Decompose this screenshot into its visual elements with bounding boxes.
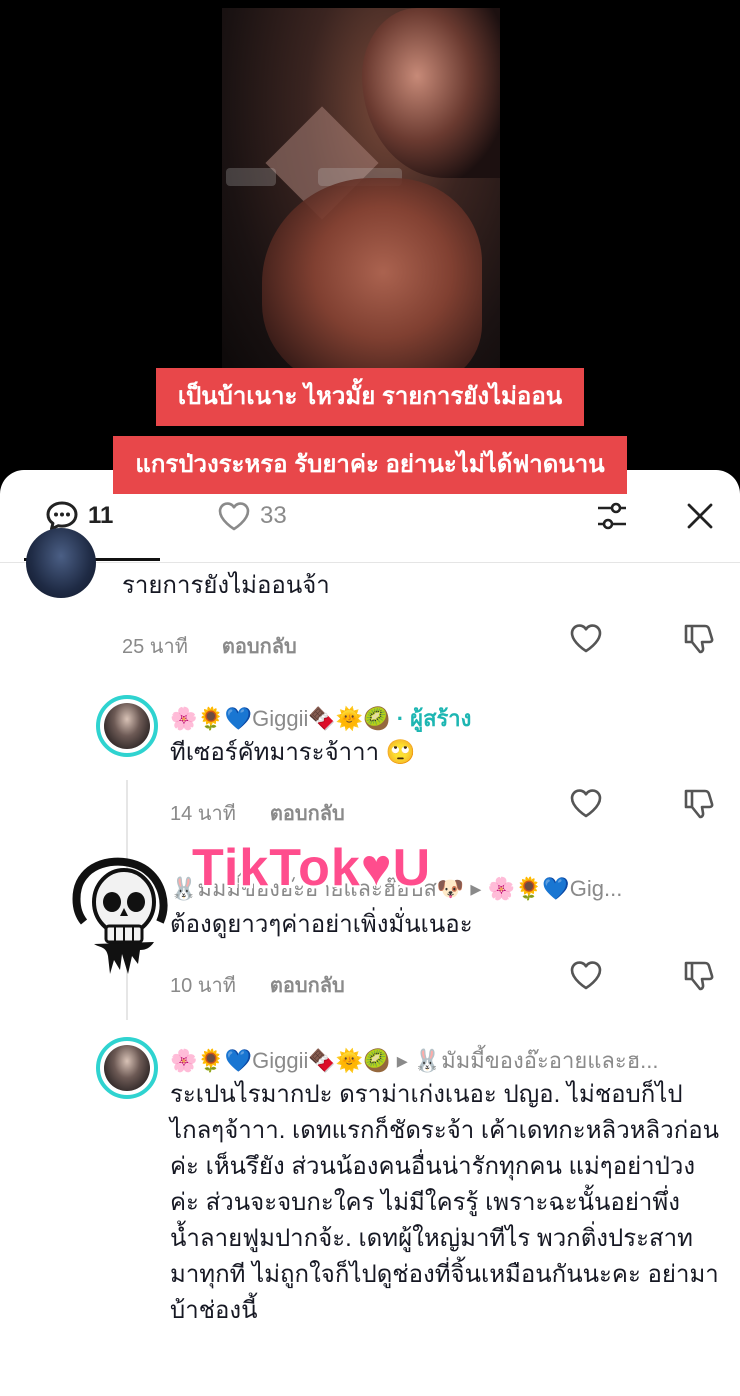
comment-author[interactable]: 🌸🌻💙Giggii🍫🌞🥝 · ผู้สร้าง: [170, 701, 471, 736]
author-name: 🌸🌻💙Giggii🍫🌞🥝: [170, 706, 391, 731]
avatar[interactable]: [96, 695, 158, 757]
creator-badge: · ผู้สร้าง: [396, 706, 472, 731]
caption-line-2: แกรป่วงระหรอ รับยาค่ะ อย่านะไม่ได้ฟาดนาน: [0, 436, 740, 494]
dislike-icon[interactable]: [680, 620, 716, 656]
comment-meta: 10 นาที ตอบกลับ: [170, 969, 345, 1001]
comment-item: รายการยังไม่ออนจ้า 25 นาที ตอบกลับ: [0, 528, 740, 672]
dislike-icon[interactable]: [680, 957, 716, 993]
comment-meta: 25 นาที ตอบกลับ: [122, 630, 297, 662]
caption-text-1: เป็นบ้าเนาะ ไหวมั้ย รายการยังไม่ออน: [155, 368, 585, 426]
avatar[interactable]: [26, 528, 96, 598]
like-count: 33: [260, 502, 287, 529]
like-heart-icon[interactable]: [568, 620, 604, 656]
comment-time: 14 นาที: [170, 803, 236, 825]
comment-author[interactable]: 🌸🌻💙Giggii🍫🌞🥝 ▸ 🐰มัมมี้ของอ๊ะอายและฮ...: [170, 1043, 720, 1078]
video-figure-man: [262, 178, 482, 388]
comment-text: ระเปนไรมากปะ ดราม่าเก่งเนอะ ปญอ. ไม่ชอบก…: [170, 1081, 720, 1324]
sliders-icon: [598, 502, 626, 530]
caption-text-2: แกรป่วงระหรอ รับยาค่ะ อย่านะไม่ได้ฟาดนาน: [113, 436, 627, 494]
close-button[interactable]: [678, 494, 722, 538]
comment-meta: 14 นาที ตอบกลับ: [170, 797, 345, 829]
like-heart-icon[interactable]: [568, 785, 604, 821]
avatar[interactable]: [96, 1037, 158, 1099]
dislike-icon[interactable]: [680, 785, 716, 821]
filter-button[interactable]: [590, 494, 634, 538]
caption-line-1: เป็นบ้าเนาะ ไหวมั้ย รายการยังไม่ออน: [0, 368, 740, 426]
comment-text: ต้องดูยาวๆค่าอย่าเพิ่งมั่นเนอะ: [170, 911, 473, 938]
comment-count: 11: [88, 502, 114, 529]
reply-item: 🌸🌻💙Giggii🍫🌞🥝 ▸ 🐰มัมมี้ของอ๊ะอายและฮ... ร…: [0, 1037, 740, 1396]
heart-icon: [218, 502, 250, 531]
reply-item: 🌸🌻💙Giggii🍫🌞🥝 · ผู้สร้าง ทีเซอร์คัทมาระจ้…: [0, 695, 740, 835]
video-tag: [226, 168, 276, 186]
watermark-text: TikTok♥U: [192, 839, 432, 897]
reply-button[interactable]: ตอบกลับ: [270, 797, 345, 829]
comment-text: รายการยังไม่ออนจ้า: [122, 572, 330, 599]
comment-time: 10 นาที: [170, 975, 236, 997]
skull-sticker-icon: [72, 857, 168, 974]
comment-time: 25 นาที: [122, 636, 188, 658]
video-frame: [222, 8, 500, 388]
reply-button[interactable]: ตอบกลับ: [222, 630, 297, 662]
comment-text: ทีเซอร์คัทมาระจ้าาา 🙄: [170, 739, 416, 766]
video-figure-woman: [362, 8, 500, 178]
likes-tab[interactable]: 33: [216, 498, 287, 534]
reply-button[interactable]: ตอบกลับ: [270, 969, 345, 1001]
close-icon: [687, 503, 713, 529]
like-heart-icon[interactable]: [568, 957, 604, 993]
